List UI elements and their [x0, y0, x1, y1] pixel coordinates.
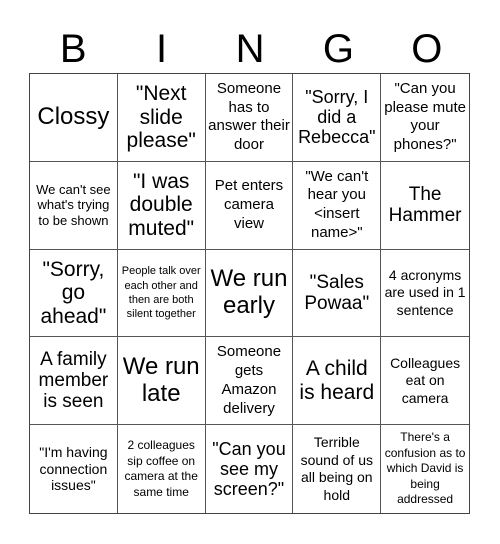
bingo-grid: Clossy "Next slide please" Someone has t…	[29, 73, 470, 514]
bingo-cell[interactable]: We can't see what's trying to be shown	[30, 161, 118, 250]
bingo-cell[interactable]: 2 colleagues sip coffee on camera at the…	[118, 425, 206, 513]
header-letter-i: I	[156, 27, 168, 71]
header-letter-o: O	[411, 27, 443, 71]
bingo-cell[interactable]: The Hammer	[381, 162, 469, 250]
header-letter-g: G	[322, 27, 354, 71]
bingo-cell[interactable]: We run early	[205, 249, 294, 338]
bingo-cell[interactable]: "Can you please mute your phones?"	[381, 74, 469, 162]
bingo-cell[interactable]: "Sales Powaa"	[293, 249, 382, 338]
bingo-cell[interactable]: "Sorry, I did a Rebecca"	[293, 74, 382, 162]
bingo-cell[interactable]: "I was double muted"	[117, 161, 206, 250]
bingo-cell[interactable]: There's a confusion as to which David is…	[381, 425, 469, 513]
bingo-cell[interactable]: Pet enters camera view	[205, 161, 294, 250]
bingo-cell[interactable]: "Next slide please"	[117, 74, 206, 162]
bingo-cell[interactable]: "Sorry, go ahead"	[30, 249, 118, 338]
bingo-cell[interactable]: Someone has to answer their door	[205, 74, 294, 162]
bingo-cell[interactable]: 4 acronyms are used in 1 sentence	[381, 250, 469, 338]
bingo-cell[interactable]: "I'm having connection issues"	[30, 425, 118, 513]
bingo-cell[interactable]: A family member is seen	[30, 337, 118, 426]
header-letter-b: B	[59, 27, 87, 71]
bingo-cell[interactable]: "We can't hear you <insert name>"	[293, 161, 382, 250]
bingo-cell[interactable]: A child is heard	[293, 337, 382, 426]
bingo-cell[interactable]: Someone gets Amazon delivery	[205, 337, 294, 426]
header-letter-n: N	[235, 27, 265, 71]
bingo-cell[interactable]: Clossy	[30, 74, 118, 162]
bingo-cell[interactable]: Colleagues eat on camera	[381, 337, 469, 426]
bingo-cell[interactable]: Terrible sound of us all being on hold	[293, 425, 382, 513]
bingo-cell[interactable]: We run late	[117, 337, 206, 426]
bingo-cell[interactable]: People talk over each other and then are…	[117, 249, 206, 338]
bingo-header: B I N G O	[29, 26, 471, 72]
bingo-cell[interactable]: "Can you see my screen?"	[206, 425, 294, 513]
